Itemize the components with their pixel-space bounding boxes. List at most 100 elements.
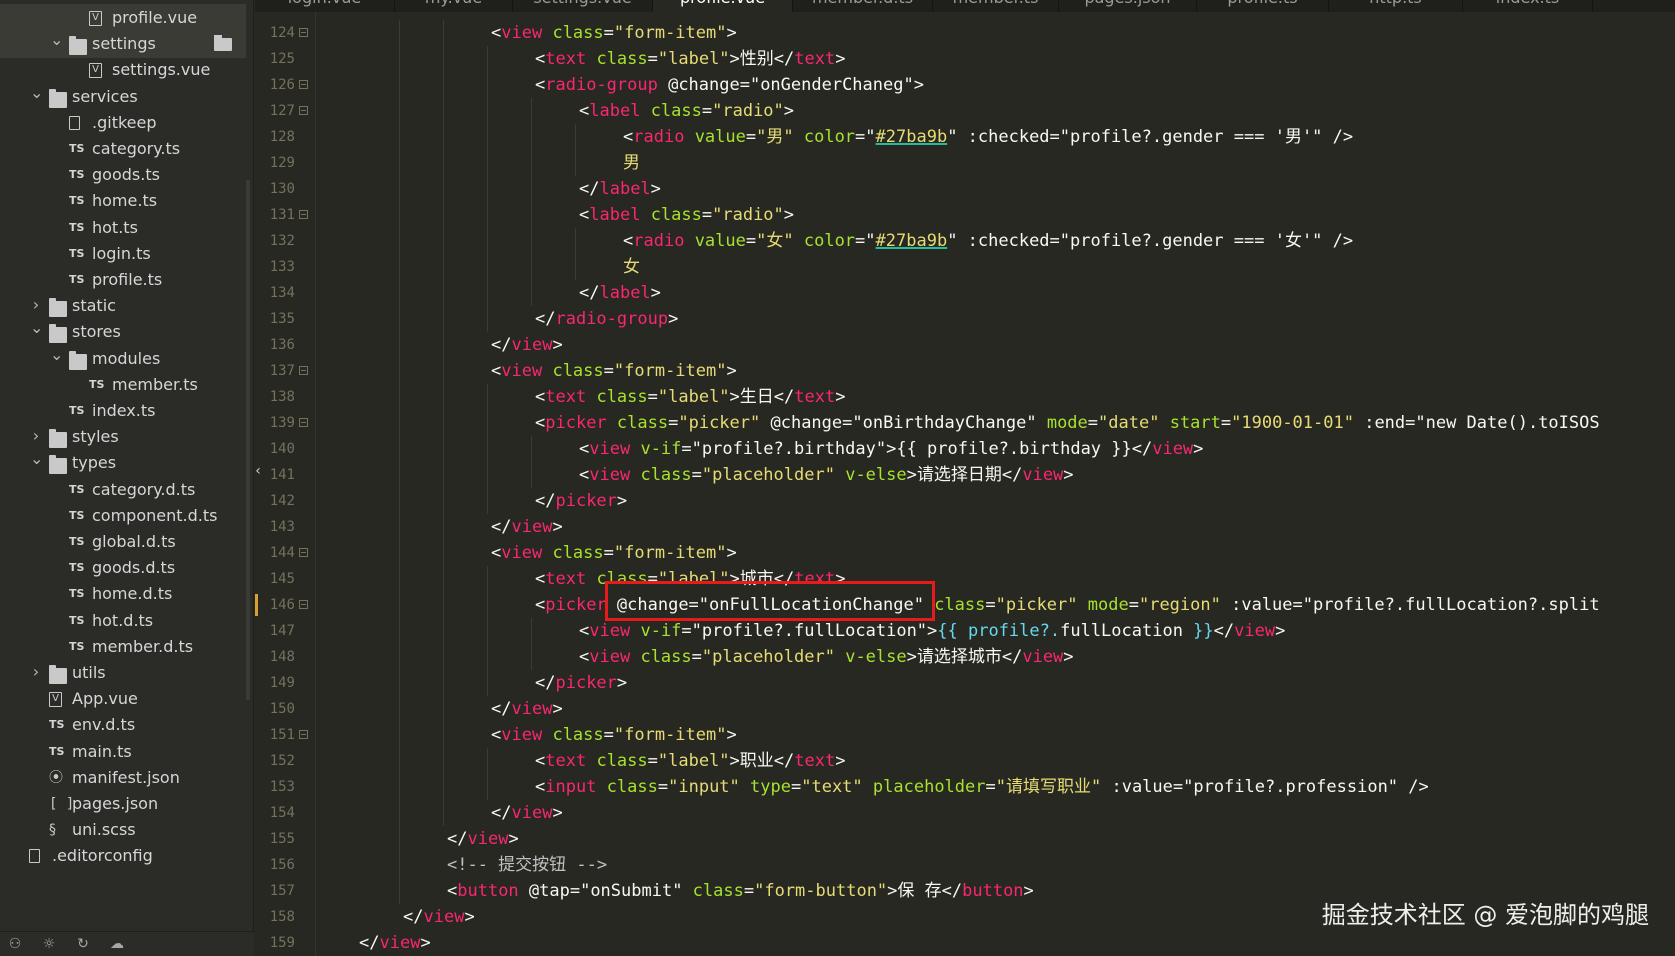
tab-member-ts[interactable]: member.ts bbox=[933, 0, 1059, 12]
code-line[interactable]: 152 <text class="label">职业</text> bbox=[255, 748, 1675, 774]
code-line[interactable]: 135 </radio-group> bbox=[255, 306, 1675, 332]
tree-item[interactable]: TS profile.ts bbox=[0, 266, 246, 294]
code-line[interactable]: 141 <view class="placeholder" v-else>请选择日… bbox=[255, 462, 1675, 488]
code-line[interactable]: 134 </label> bbox=[255, 280, 1675, 306]
tree-item[interactable]: TS home.ts bbox=[0, 187, 246, 215]
tree-item[interactable]: TS hot.ts bbox=[0, 214, 246, 242]
code-line[interactable]: 132 <radio value="女" color="#27ba9b" :che… bbox=[255, 228, 1675, 254]
fold-icon[interactable] bbox=[299, 548, 308, 557]
fold-icon[interactable] bbox=[299, 366, 308, 375]
chevron-down-icon[interactable]: ⌄ bbox=[30, 320, 43, 336]
debug-icon[interactable]: ☼ bbox=[40, 936, 58, 952]
tab-member-d-ts[interactable]: member.d.ts bbox=[793, 0, 933, 12]
code-line[interactable]: 133 女 bbox=[255, 254, 1675, 280]
tab-settings-vue[interactable]: settings.vue bbox=[513, 0, 653, 12]
code-line[interactable]: 127 <label class="radio"> bbox=[255, 98, 1675, 124]
tree-item[interactable]: ⌄ settings bbox=[0, 30, 246, 59]
tree-item[interactable]: .gitkeep bbox=[0, 109, 246, 137]
chevron-down-icon[interactable]: ⌄ bbox=[50, 32, 63, 48]
chevron-right-icon[interactable]: › bbox=[30, 664, 42, 680]
tree-item[interactable]: Vprofile.vue bbox=[0, 4, 246, 32]
chevron-right-icon[interactable]: › bbox=[30, 428, 42, 444]
remote-icon[interactable]: ☁ bbox=[108, 936, 126, 952]
code-line[interactable]: 155 </view> bbox=[255, 826, 1675, 852]
tab-http-ts[interactable]: http.ts bbox=[1329, 0, 1463, 12]
code-line[interactable]: 156 <!-- 提交按钮 --> bbox=[255, 852, 1675, 878]
tree-item[interactable]: TS main.ts bbox=[0, 738, 246, 766]
code-line[interactable]: 154 </view> bbox=[255, 800, 1675, 826]
source-control-icon[interactable]: ↻ bbox=[74, 936, 92, 952]
tree-item[interactable]: § uni.scss bbox=[0, 816, 246, 844]
chevron-down-icon[interactable]: ⌄ bbox=[30, 84, 43, 100]
tree-item[interactable]: TS global.d.ts bbox=[0, 528, 246, 556]
chevron-right-icon[interactable]: › bbox=[30, 297, 42, 313]
code-editor[interactable]: 124 <view class="form-item"> 125 <text clas… bbox=[255, 12, 1675, 956]
tree-item[interactable]: › utils bbox=[0, 659, 246, 687]
tree-item[interactable]: [ ] pages.json bbox=[0, 790, 246, 818]
fold-icon[interactable] bbox=[299, 106, 308, 115]
fold-icon[interactable] bbox=[299, 418, 308, 427]
code-line[interactable]: 124 <view class="form-item"> bbox=[255, 20, 1675, 46]
tab-profile-ts[interactable]: profile.ts bbox=[1197, 0, 1329, 12]
code-line[interactable]: 130 </label> bbox=[255, 176, 1675, 202]
tree-item[interactable]: V App.vue bbox=[0, 685, 246, 713]
code-line[interactable]: 138 <text class="label">生日</text> bbox=[255, 384, 1675, 410]
tree-item[interactable]: TS hot.d.ts bbox=[0, 607, 246, 635]
code-line[interactable]: 148 <view class="placeholder" v-else>请选择城… bbox=[255, 644, 1675, 670]
tree-item[interactable]: ⌄ stores bbox=[0, 318, 246, 346]
code-line[interactable]: 137 <view class="form-item"> bbox=[255, 358, 1675, 384]
code-line[interactable]: 147 <view v-if="profile?.fullLocation">{{… bbox=[255, 618, 1675, 644]
chevron-down-icon[interactable]: ⌄ bbox=[50, 346, 63, 362]
tree-item[interactable]: TS env.d.ts bbox=[0, 711, 246, 739]
code-line[interactable]: 144 <view class="form-item"> bbox=[255, 540, 1675, 566]
code-line[interactable]: 136 </view> bbox=[255, 332, 1675, 358]
tree-item[interactable]: ⦿ manifest.json bbox=[0, 764, 246, 792]
tree-item[interactable]: › static bbox=[0, 292, 246, 320]
tree-item[interactable]: ⌄ modules bbox=[0, 345, 246, 373]
sidebar-scrollbar[interactable] bbox=[246, 180, 250, 700]
tree-item[interactable]: TS category.d.ts bbox=[0, 476, 246, 504]
code-line[interactable]: 153 <input class="input" type="text" plac… bbox=[255, 774, 1675, 800]
code-line[interactable]: 125 <text class="label">性别</text> bbox=[255, 46, 1675, 72]
code-line[interactable]: 129 男 bbox=[255, 150, 1675, 176]
chevron-down-icon[interactable]: ⌄ bbox=[30, 451, 43, 467]
tree-item[interactable]: Vsettings.vue bbox=[0, 56, 246, 84]
tab-login-vue[interactable]: login.vue bbox=[255, 0, 395, 12]
tree-item[interactable]: TS index.ts bbox=[0, 397, 246, 425]
tree-item[interactable]: TS member.ts bbox=[0, 371, 246, 399]
tree-item[interactable]: › styles bbox=[0, 423, 246, 451]
code-line[interactable]: 151 <view class="form-item"> bbox=[255, 722, 1675, 748]
code-line[interactable]: 131 <label class="radio"> bbox=[255, 202, 1675, 228]
tab-pages-json[interactable]: pages.json bbox=[1059, 0, 1197, 12]
fold-icon[interactable] bbox=[299, 600, 308, 609]
code-line[interactable]: 128 <radio value="男" color="#27ba9b" :che… bbox=[255, 124, 1675, 150]
tree-item[interactable]: .editorconfig bbox=[0, 842, 246, 870]
open-folder-icon[interactable] bbox=[214, 35, 232, 52]
tree-item[interactable]: TS component.d.ts bbox=[0, 502, 246, 530]
fold-icon[interactable] bbox=[299, 28, 308, 37]
extensions-icon[interactable]: ⚇ bbox=[6, 936, 24, 952]
code-line[interactable]: 140 <view v-if="profile?.birthday">{{ pro… bbox=[255, 436, 1675, 462]
code-line[interactable]: 146 <picker @change="onFullLocationChange… bbox=[255, 592, 1675, 618]
tab-my-vue[interactable]: my.vue bbox=[395, 0, 513, 12]
tree-item[interactable]: TS login.ts bbox=[0, 240, 246, 268]
tree-item[interactable]: TS home.d.ts bbox=[0, 580, 246, 608]
tree-item[interactable]: ⌄ types bbox=[0, 449, 246, 477]
tree-item[interactable]: TS goods.ts bbox=[0, 161, 246, 189]
tree-item[interactable]: TS category.ts bbox=[0, 135, 246, 163]
code-line[interactable]: 139 <picker class="picker" @change="onBir… bbox=[255, 410, 1675, 436]
tree-item[interactable]: TS goods.d.ts bbox=[0, 554, 246, 582]
tab-profile-vue[interactable]: profile.vue bbox=[653, 0, 793, 12]
code-line[interactable]: 150 </view> bbox=[255, 696, 1675, 722]
code-line[interactable]: 143 </view> bbox=[255, 514, 1675, 540]
code-line[interactable]: 126 <radio-group @change="onGenderChaneg"… bbox=[255, 72, 1675, 98]
code-line[interactable]: 159 </view> bbox=[255, 930, 1675, 956]
fold-icon[interactable] bbox=[299, 210, 308, 219]
code-line[interactable]: 142 </picker> bbox=[255, 488, 1675, 514]
fold-icon[interactable] bbox=[299, 730, 308, 739]
code-line[interactable]: 145 <text class="label">城市</text> bbox=[255, 566, 1675, 592]
code-line[interactable]: 149 </picker> bbox=[255, 670, 1675, 696]
tab-index-ts[interactable]: index.ts bbox=[1463, 0, 1593, 12]
fold-icon[interactable] bbox=[299, 80, 308, 89]
tree-item[interactable]: TS member.d.ts bbox=[0, 633, 246, 661]
